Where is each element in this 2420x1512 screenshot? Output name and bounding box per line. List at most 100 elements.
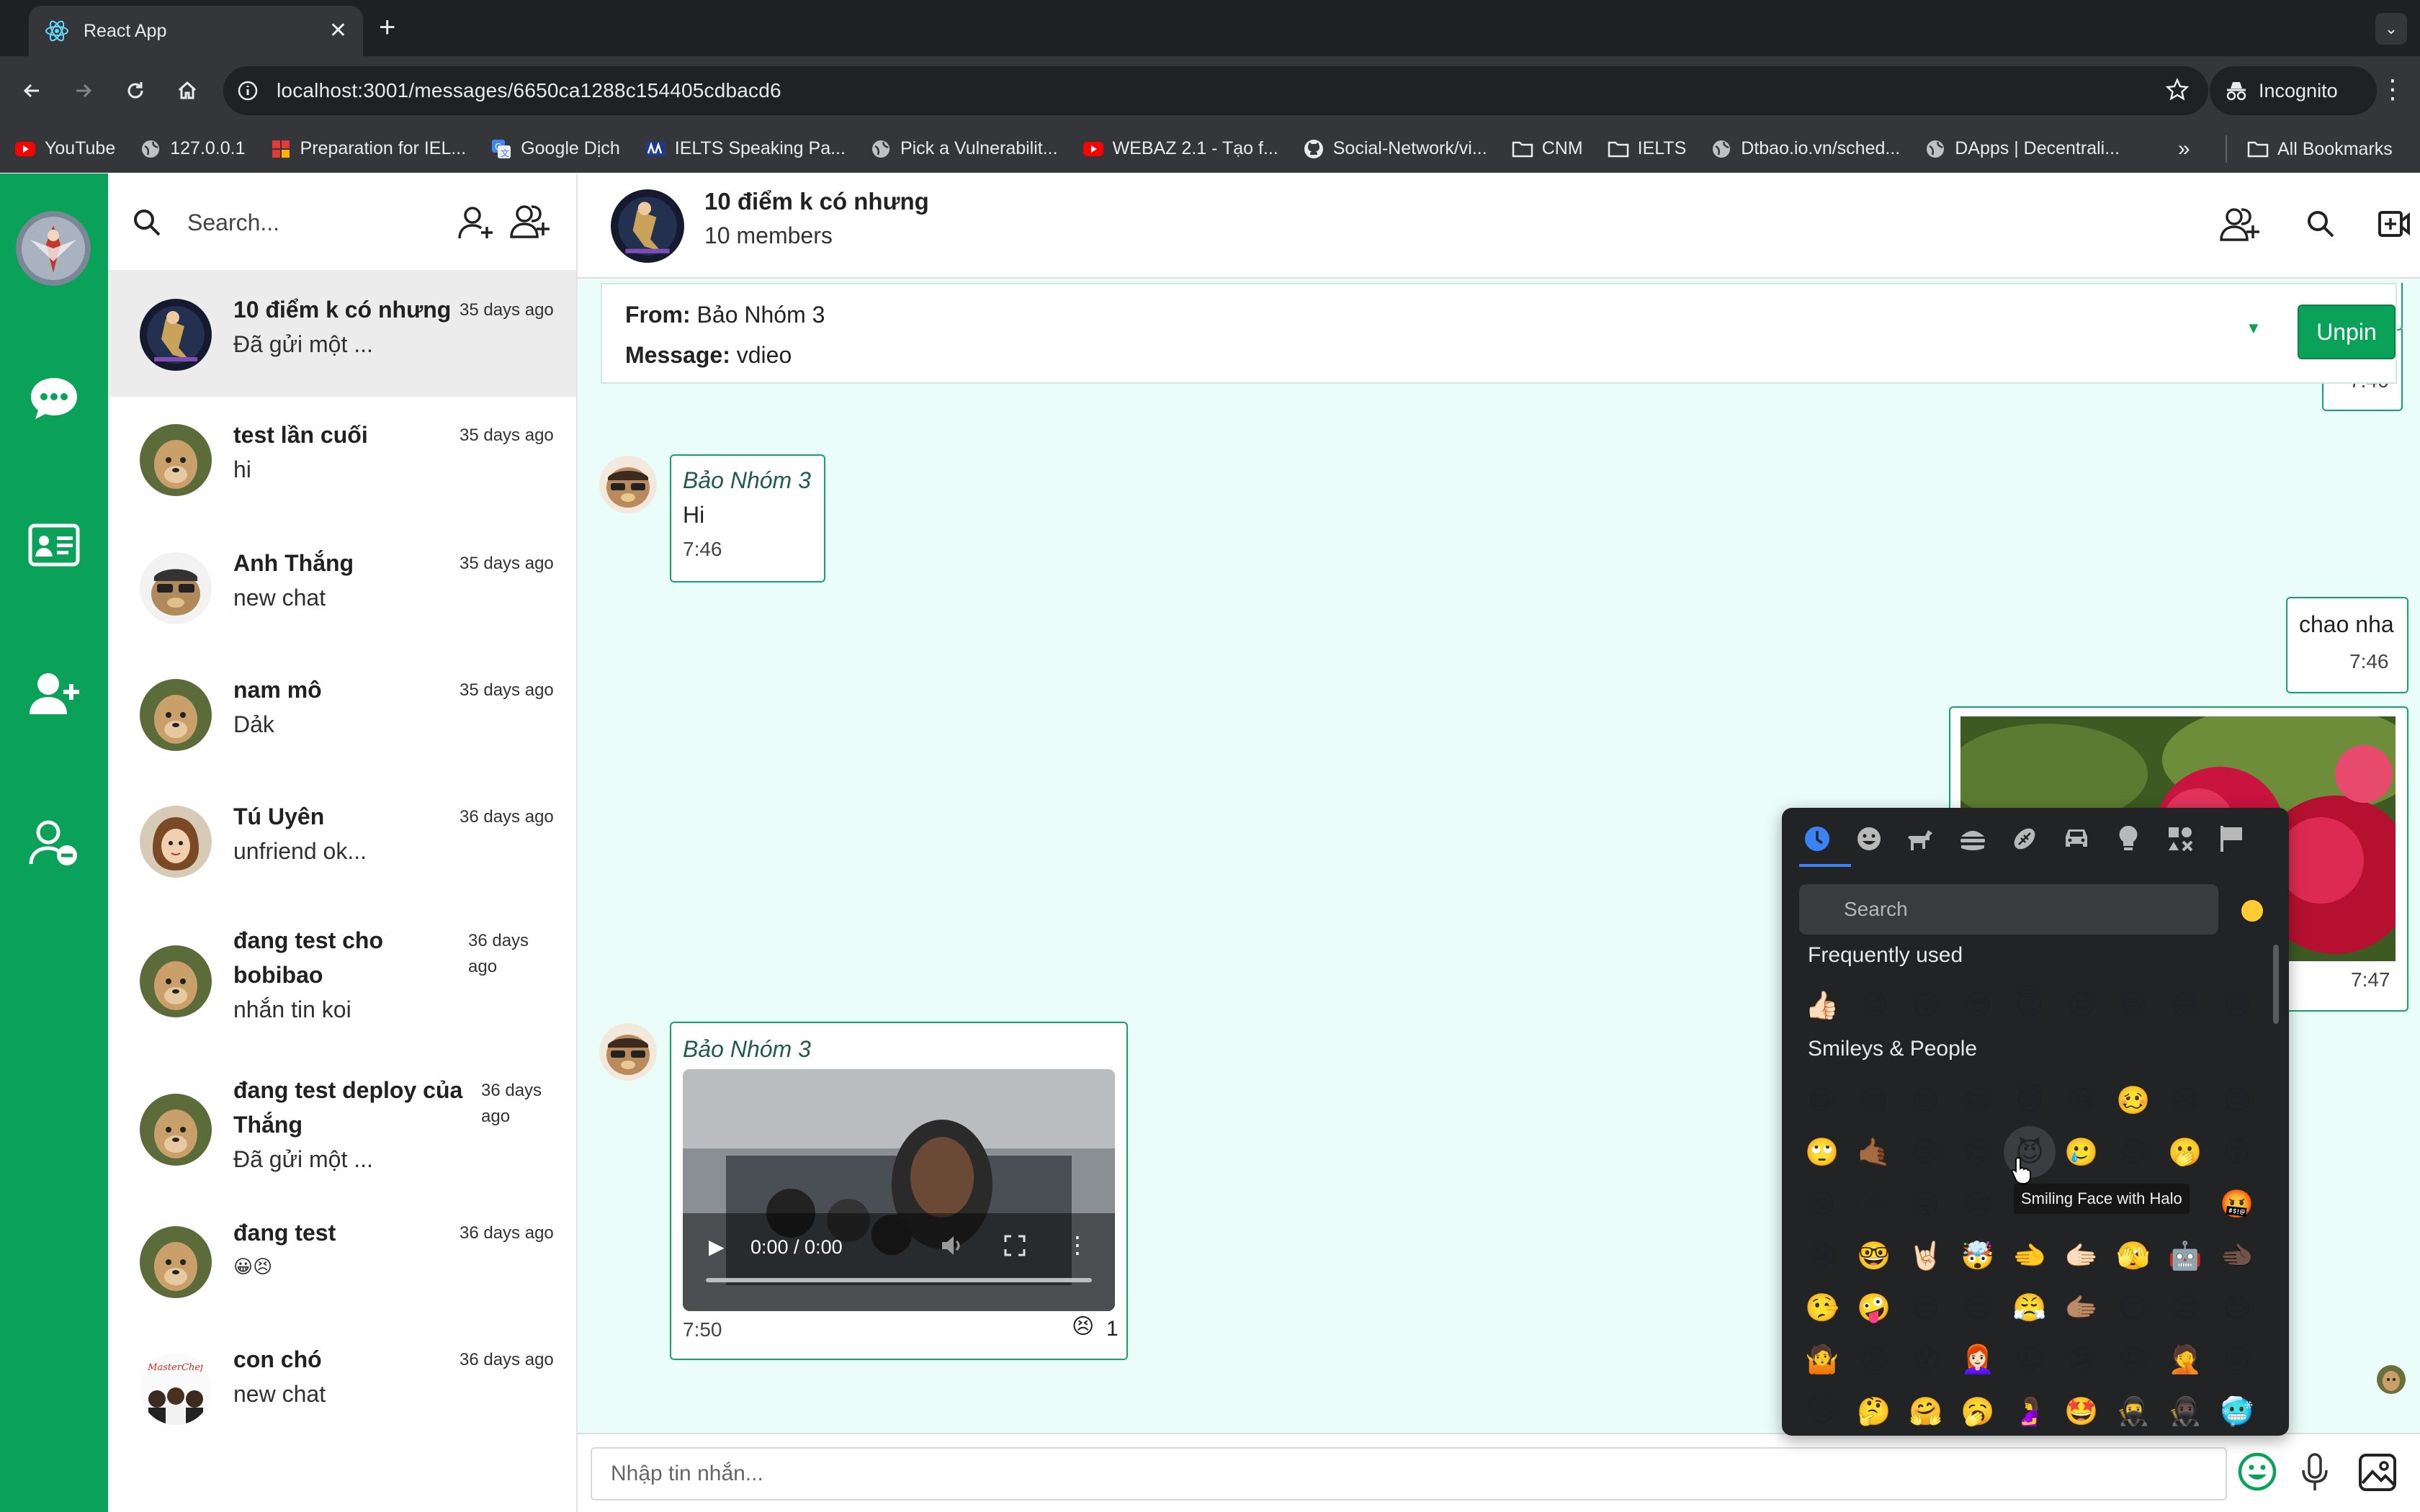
bookmark-item[interactable]: 127.0.0.1 bbox=[140, 138, 246, 160]
emoji-cell[interactable]: 🫲 bbox=[2004, 1230, 2056, 1282]
emoji-cell[interactable]: 🫱🏽 bbox=[2056, 1282, 2107, 1333]
emoji-cell[interactable]: 😝 bbox=[2056, 979, 2107, 1031]
browser-menu-icon[interactable]: ⋮ bbox=[2378, 72, 2407, 107]
emoji-cell[interactable]: 🥱 bbox=[1952, 1385, 2004, 1436]
emoji-cell[interactable]: 😞 bbox=[1796, 1230, 1848, 1282]
emoji-cell[interactable]: 😃 bbox=[2159, 1074, 2211, 1126]
expand-pinned-icon[interactable]: ▼ bbox=[2246, 319, 2262, 338]
conversation-item[interactable]: đang test 😀😣 36 days ago bbox=[108, 1202, 576, 1328]
bookmark-item[interactable]: WEBAZ 2.1 - Tạo f... bbox=[1083, 138, 1278, 160]
message-bubble-mine[interactable]: chao nha 7:46 bbox=[2286, 597, 2408, 693]
conversation-item[interactable]: test lần cuối hi 35 days ago bbox=[108, 397, 576, 523]
reload-icon[interactable] bbox=[118, 73, 153, 108]
emoji-cell[interactable]: 😇 bbox=[2004, 1074, 2056, 1126]
emoji-cell[interactable]: 🤪 bbox=[1848, 1282, 1900, 1333]
emoji-cell[interactable]: 😆 bbox=[2056, 1074, 2107, 1126]
emoji-cell[interactable]: 😄 bbox=[1848, 1074, 1900, 1126]
emoji-cell[interactable]: 😎 bbox=[1952, 979, 2004, 1031]
emoji-cell[interactable]: 🤓 bbox=[1848, 1230, 1900, 1282]
add-member-icon[interactable] bbox=[2220, 207, 2260, 246]
video-player[interactable]: ▶ 0:00 / 0:00 ⋮ bbox=[683, 1069, 1115, 1311]
browser-tab[interactable]: React App ✕ bbox=[29, 6, 363, 56]
bookmark-item[interactable]: G文 Google Dịch bbox=[490, 138, 620, 160]
emoji-cell[interactable]: 😛 bbox=[1900, 1178, 1952, 1230]
emoji-cell[interactable]: 😅 bbox=[1900, 1074, 1952, 1126]
emoji-cell[interactable]: 👩🏻‍🦰 bbox=[1952, 1333, 2004, 1385]
bulb-icon[interactable] bbox=[2110, 821, 2146, 857]
video-call-icon[interactable] bbox=[2378, 210, 2410, 242]
sender-avatar[interactable] bbox=[599, 1023, 657, 1081]
emoji-scrollbar[interactable] bbox=[2273, 945, 2279, 1024]
emoji-cell[interactable]: 🫲🏿 bbox=[2211, 1230, 2263, 1282]
emoji-cell[interactable]: 😯 bbox=[1900, 1333, 1952, 1385]
conversation-item[interactable]: Tú Uyên unfriend ok... 36 days ago bbox=[108, 777, 576, 904]
emoji-cell[interactable]: 🤷 bbox=[1796, 1333, 1848, 1385]
emoji-cell[interactable]: 😤 bbox=[2004, 1282, 2056, 1333]
clock-icon[interactable] bbox=[1799, 821, 1835, 857]
home-icon[interactable] bbox=[170, 73, 205, 108]
emoji-cell[interactable]: ⚛ bbox=[1848, 1178, 1900, 1230]
emoji-cell[interactable]: 🙃 bbox=[2211, 1074, 2263, 1126]
bookmark-item[interactable]: DApps | Decentrali... bbox=[1924, 138, 2120, 160]
bookmark-star-icon[interactable] bbox=[2165, 77, 2190, 105]
emoji-cell[interactable]: 🤩 bbox=[2056, 1385, 2107, 1436]
add-friend-nav-icon[interactable] bbox=[25, 665, 83, 722]
bookmark-item[interactable]: Social-Network/vi... bbox=[1303, 138, 1487, 160]
bookmark-item[interactable]: YouTube bbox=[14, 138, 115, 160]
emoji-cell[interactable]: 🥶 bbox=[2211, 1385, 2263, 1436]
fullscreen-icon[interactable] bbox=[1004, 1235, 1026, 1260]
remove-friend-nav-icon[interactable] bbox=[25, 814, 83, 872]
emoji-cell[interactable]: 😒 bbox=[1952, 1282, 2004, 1333]
emoji-cell[interactable]: 🤔 bbox=[1848, 1385, 1900, 1436]
animal-icon[interactable] bbox=[1903, 821, 1939, 857]
conversation-item[interactable]: MasterChef con chó new chat 36 days ago bbox=[108, 1328, 576, 1455]
emoji-cell[interactable]: 😁 bbox=[1848, 979, 1900, 1031]
emoji-cell[interactable]: 😂 bbox=[1952, 1074, 2004, 1126]
contacts-nav-icon[interactable] bbox=[25, 516, 83, 574]
conversation-item[interactable]: đang test deploy của Thắng Đã gửi một ..… bbox=[108, 1053, 576, 1202]
conversation-search-input[interactable] bbox=[187, 201, 454, 244]
emoji-cell[interactable]: 😙 bbox=[1900, 979, 1952, 1031]
emoji-cell[interactable]: 🥷🏿 bbox=[2159, 1385, 2211, 1436]
forward-icon[interactable] bbox=[66, 73, 101, 108]
add-friend-icon[interactable] bbox=[458, 205, 494, 245]
emoji-cell[interactable]: 😍 bbox=[2004, 1333, 2056, 1385]
flag-icon[interactable] bbox=[2214, 821, 2250, 857]
new-tab-button[interactable]: + bbox=[379, 13, 395, 42]
emoji-cell[interactable]: 😊 bbox=[1900, 1126, 1952, 1178]
skin-tone-selector[interactable] bbox=[2241, 900, 2263, 922]
back-icon[interactable] bbox=[14, 73, 49, 108]
emoji-cell[interactable]: 🤬 bbox=[2211, 1178, 2263, 1230]
emoji-cell[interactable]: 😇 bbox=[2004, 979, 2056, 1031]
emoji-cell[interactable]: 😘 bbox=[1796, 1178, 1848, 1230]
bookmark-item[interactable]: Pick a Vulnerabilit... bbox=[870, 138, 1058, 160]
emoji-button-icon[interactable] bbox=[2237, 1452, 2277, 1495]
create-group-icon[interactable] bbox=[510, 204, 550, 243]
emoji-cell[interactable]: 🫱🏻 bbox=[2056, 1230, 2107, 1282]
emoji-cell[interactable]: 😃 bbox=[2159, 979, 2211, 1031]
emoji-cell[interactable]: 😵 bbox=[2211, 1333, 2263, 1385]
emoji-cell[interactable]: 😓 bbox=[2211, 1282, 2263, 1333]
emoji-cell[interactable]: 🤥 bbox=[1796, 1282, 1848, 1333]
emoji-cell[interactable]: 😆 bbox=[2107, 979, 2159, 1031]
emoji-cell[interactable]: 🤗 bbox=[1900, 1385, 1952, 1436]
emoji-cell[interactable]: 🫣 bbox=[2107, 1230, 2159, 1282]
emoji-cell[interactable]: 🤘🏻 bbox=[1900, 1230, 1952, 1282]
tab-search-button[interactable]: ⌄ bbox=[2375, 13, 2407, 45]
emoji-cell[interactable]: 🤦 bbox=[2159, 1333, 2211, 1385]
emoji-cell[interactable]: 😲 bbox=[2211, 979, 2263, 1031]
emoji-cell[interactable]: 😶 bbox=[2107, 1282, 2159, 1333]
emoji-cell[interactable]: 👍🏻 bbox=[1796, 979, 1848, 1031]
smiley-icon[interactable] bbox=[1851, 821, 1887, 857]
conversation-item[interactable]: Anh Thắng new chat 35 days ago bbox=[108, 523, 576, 650]
emoji-cell[interactable]: 🤙🏾 bbox=[1848, 1126, 1900, 1178]
emoji-cell[interactable]: 🥴 bbox=[2107, 1074, 2159, 1126]
message-input[interactable] bbox=[591, 1447, 2227, 1500]
microphone-icon[interactable] bbox=[2300, 1453, 2329, 1495]
emoji-cell[interactable]: 😑 bbox=[1900, 1282, 1952, 1333]
incognito-indicator[interactable]: Incognito bbox=[2210, 66, 2377, 115]
image-upload-icon[interactable] bbox=[2358, 1453, 2397, 1495]
message-bubble-incoming[interactable]: Bảo Nhóm 3 Hi 7:46 bbox=[670, 454, 825, 582]
group-avatar[interactable] bbox=[611, 189, 684, 263]
bookmark-folder[interactable]: CNM bbox=[1512, 138, 1583, 160]
